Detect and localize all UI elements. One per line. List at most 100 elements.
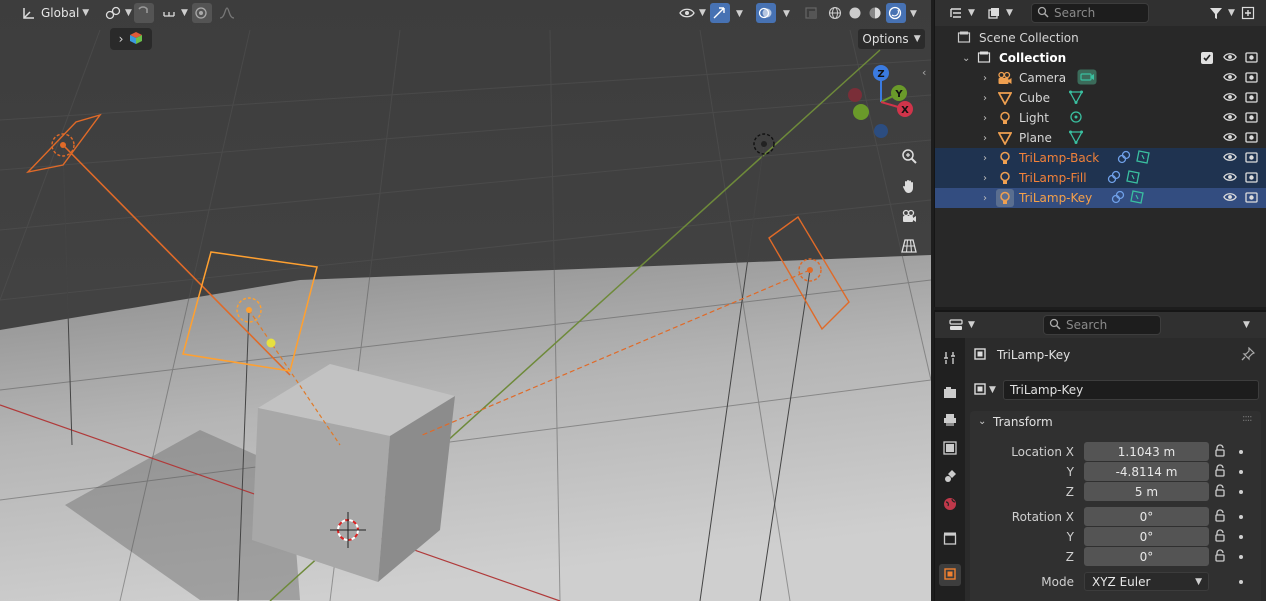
tab-tool[interactable] [939, 348, 961, 370]
shading-wireframe-button[interactable] [826, 3, 846, 23]
overlays-chevron-down-icon[interactable]: ▼ [783, 9, 790, 19]
eye-icon[interactable] [1223, 71, 1237, 86]
location-y-field[interactable]: -4.8114 m [1084, 462, 1209, 481]
tab-view-layer[interactable] [939, 438, 961, 460]
light-data-icon[interactable] [1069, 110, 1083, 127]
keyframe-dot[interactable] [1239, 580, 1243, 584]
mesh-data-icon[interactable] [1068, 90, 1084, 107]
chevron-right-icon[interactable]: › [983, 193, 987, 204]
pan-button[interactable] [896, 174, 922, 200]
collection-row[interactable]: ⌄ Collection [935, 48, 1266, 68]
transform-orientation-dropdown[interactable]: Global ▼ [16, 3, 93, 23]
light-data-icon[interactable] [1135, 149, 1151, 167]
light-data-icon[interactable] [1129, 189, 1145, 207]
chevron-right-icon[interactable]: › [983, 153, 987, 164]
overlays-toggle[interactable] [756, 3, 776, 23]
perspective-toggle-button[interactable] [896, 234, 922, 260]
gizmo-toggle[interactable] [710, 3, 730, 23]
lock-icon[interactable] [1213, 509, 1227, 526]
shading-rendered-button[interactable] [886, 3, 906, 23]
keyframe-dot[interactable] [1239, 515, 1243, 519]
lock-icon[interactable] [1213, 464, 1227, 481]
shading-solid-button[interactable] [846, 3, 866, 23]
toolbar-expander-button[interactable]: › [110, 28, 152, 50]
keyframe-dot[interactable] [1239, 490, 1243, 494]
tab-output[interactable] [939, 410, 961, 432]
chevron-right-icon[interactable]: › [983, 133, 987, 144]
lock-icon[interactable] [1213, 484, 1227, 501]
pin-icon[interactable] [1241, 346, 1256, 364]
scene-collection-row[interactable]: Scene Collection [935, 28, 1266, 48]
keyframe-dot[interactable] [1239, 555, 1243, 559]
shading-chevron-down-icon[interactable]: ▼ [910, 9, 917, 19]
viewport-scene[interactable] [0, 0, 931, 601]
keyframe-dot[interactable] [1239, 535, 1243, 539]
render-camera-icon[interactable] [1245, 91, 1258, 106]
snap-toggle[interactable] [134, 3, 154, 23]
rotation-z-field[interactable]: 0° [1084, 547, 1209, 566]
collection-exclude-checkbox[interactable] [1201, 52, 1213, 64]
chevron-right-icon[interactable]: › [983, 173, 987, 184]
constraint-icon[interactable] [1107, 170, 1121, 187]
gizmo-chevron-down-icon[interactable]: ▼ [736, 9, 743, 19]
tab-scene[interactable] [939, 466, 961, 488]
new-collection-button[interactable] [1239, 3, 1261, 23]
rotation-y-field[interactable]: 0° [1084, 527, 1209, 546]
editor-type-dropdown[interactable]: ▼ [943, 315, 979, 335]
snap-target-dropdown[interactable]: ▼ [156, 3, 192, 23]
rotation-mode-dropdown[interactable]: XYZ Euler ▼ [1084, 572, 1209, 591]
outliner-item-plane[interactable]: › Plane [935, 128, 1266, 148]
chevron-down-icon[interactable]: ⌄ [962, 53, 970, 64]
tab-collection[interactable] [939, 528, 961, 550]
visibility-dropdown[interactable]: ▼ [674, 3, 710, 23]
render-camera-icon[interactable] [1245, 131, 1258, 146]
render-camera-icon[interactable] [1245, 71, 1258, 86]
editor-type-dropdown[interactable]: ▼ [943, 3, 979, 23]
proportional-editing-toggle[interactable] [192, 3, 212, 23]
outliner-item-trilamp-back[interactable]: › TriLamp-Back [935, 148, 1266, 168]
camera-data-icon[interactable] [1077, 69, 1097, 88]
eye-icon[interactable] [1223, 151, 1237, 166]
camera-view-button[interactable] [896, 204, 922, 230]
render-camera-icon[interactable] [1245, 111, 1258, 126]
pivot-point-dropdown[interactable]: ▼ [100, 3, 136, 23]
constraint-icon[interactable] [1111, 190, 1125, 207]
display-mode-dropdown[interactable]: ▼ [981, 3, 1017, 23]
chevron-right-icon[interactable]: › [983, 113, 987, 124]
properties-search-input[interactable]: Search [1043, 315, 1161, 335]
falloff-dropdown[interactable] [214, 3, 240, 23]
object-type-dropdown[interactable]: ▼ [973, 380, 1003, 400]
outliner-search-input[interactable]: Search [1031, 3, 1149, 23]
object-name-field[interactable]: TriLamp-Key [1003, 380, 1259, 400]
render-camera-icon[interactable] [1245, 51, 1258, 66]
drag-handle-icon[interactable]: :::: [1242, 413, 1253, 424]
rotation-x-field[interactable]: 0° [1084, 507, 1209, 526]
outliner-item-trilamp-fill[interactable]: › TriLamp-Fill [935, 168, 1266, 188]
light-data-icon[interactable] [1125, 169, 1141, 187]
constraint-icon[interactable] [1117, 150, 1131, 167]
shading-material-button[interactable] [866, 3, 886, 23]
tab-render[interactable] [939, 382, 961, 404]
outliner-item-light[interactable]: › Light [935, 108, 1266, 128]
transform-panel-header[interactable]: ⌄ Transform :::: [970, 411, 1261, 435]
render-camera-icon[interactable] [1245, 151, 1258, 166]
outliner-item-trilamp-key[interactable]: › TriLamp-Key [935, 188, 1266, 208]
eye-icon[interactable] [1223, 191, 1237, 206]
eye-icon[interactable] [1223, 51, 1237, 66]
outliner-item-cube[interactable]: › Cube [935, 88, 1266, 108]
options-chevron-down-icon[interactable]: ▼ [1243, 320, 1250, 330]
render-camera-icon[interactable] [1245, 191, 1258, 206]
chevron-right-icon[interactable]: › [983, 73, 987, 84]
eye-icon[interactable] [1223, 171, 1237, 186]
xray-toggle[interactable] [802, 3, 822, 23]
lock-icon[interactable] [1213, 549, 1227, 566]
keyframe-dot[interactable] [1239, 450, 1243, 454]
render-camera-icon[interactable] [1245, 171, 1258, 186]
filter-dropdown[interactable]: ▼ [1203, 3, 1239, 23]
options-dropdown[interactable]: Options ▼ [858, 29, 925, 49]
keyframe-dot[interactable] [1239, 470, 1243, 474]
mesh-data-icon[interactable] [1068, 130, 1084, 147]
outliner-item-camera[interactable]: › Camera [935, 68, 1266, 88]
lock-icon[interactable] [1213, 529, 1227, 546]
eye-icon[interactable] [1223, 131, 1237, 146]
